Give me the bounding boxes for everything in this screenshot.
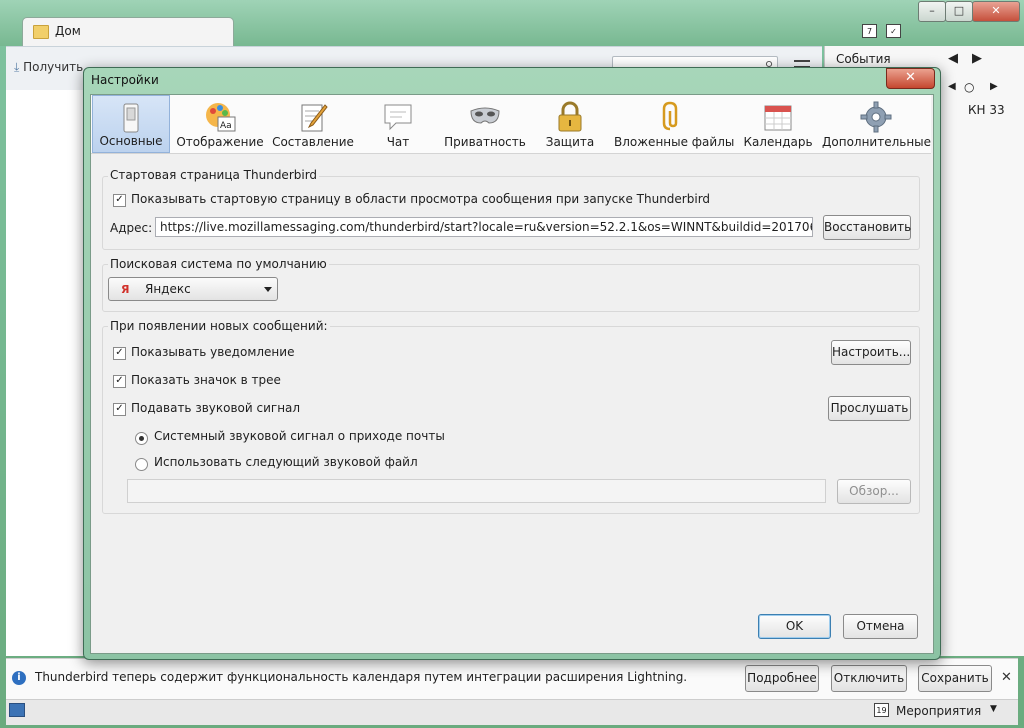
system-sound-label: Системный звуковой сигнал о приходе почт… bbox=[154, 429, 445, 443]
gear-icon bbox=[860, 101, 892, 133]
status-bar bbox=[6, 699, 1018, 725]
new-messages-title: При появлении новых сообщений: bbox=[108, 319, 330, 333]
show-start-page-label: Показывать стартовую страницу в области … bbox=[131, 192, 711, 206]
start-page-title: Стартовая страница Thunderbird bbox=[108, 168, 320, 182]
tab-home-label: Дом bbox=[55, 24, 81, 38]
notification-close-icon[interactable]: ✕ bbox=[1001, 670, 1012, 685]
dialog-close-button[interactable]: ✕ bbox=[886, 68, 935, 89]
play-sound-label: Подавать звуковой сигнал bbox=[131, 401, 301, 415]
tab-chat[interactable]: Чат bbox=[368, 95, 428, 153]
events-dropdown-icon[interactable]: ▼ bbox=[990, 704, 997, 714]
network-status-icon[interactable] bbox=[9, 703, 25, 717]
maximize-button[interactable]: □ bbox=[945, 1, 973, 22]
paperclip-icon bbox=[662, 101, 678, 131]
prev-arrow-icon[interactable]: ◀ bbox=[948, 51, 958, 66]
search-engine-select[interactable]: Я Яндекс bbox=[108, 277, 278, 301]
today-pane-title: События bbox=[836, 52, 891, 66]
info-icon: i bbox=[12, 671, 26, 685]
calendar-icon[interactable]: 7 bbox=[862, 24, 877, 38]
tab-calendar[interactable]: Календарь bbox=[742, 95, 814, 153]
keep-button[interactable]: Сохранить bbox=[918, 665, 992, 692]
disable-button[interactable]: Отключить bbox=[831, 665, 907, 692]
events-calendar-icon: 19 bbox=[874, 703, 889, 717]
tab-attachments[interactable]: Вложенные файлы bbox=[614, 95, 734, 153]
play-sound-checkbox[interactable]: ✓ bbox=[113, 403, 126, 416]
dialog-title: Настройки bbox=[91, 73, 159, 87]
folder-icon bbox=[33, 25, 49, 39]
custom-sound-label: Использовать следующий звуковой файл bbox=[154, 455, 418, 469]
sound-file-field[interactable] bbox=[127, 479, 826, 503]
search-engine-selected: Яндекс bbox=[145, 282, 191, 296]
yandex-icon: Я bbox=[121, 283, 130, 296]
today-icon[interactable]: ○ bbox=[964, 80, 974, 94]
restore-button[interactable]: Восстановить bbox=[823, 215, 911, 240]
tab-home[interactable]: Дом bbox=[22, 17, 234, 46]
tab-advanced[interactable]: Дополнительные bbox=[822, 95, 932, 153]
start-page-group bbox=[102, 176, 920, 250]
notification-text: Thunderbird теперь содержит функциональн… bbox=[35, 670, 688, 684]
folder-pane bbox=[6, 90, 85, 656]
show-start-page-checkbox[interactable]: ✓ bbox=[113, 194, 126, 207]
ok-button[interactable]: OK bbox=[758, 614, 831, 639]
cancel-button[interactable]: Отмена bbox=[843, 614, 918, 639]
minimize-button[interactable]: – bbox=[918, 1, 946, 22]
tab-calendar-label: Календарь bbox=[743, 135, 813, 149]
mask-icon bbox=[470, 107, 500, 124]
custom-sound-radio[interactable] bbox=[135, 458, 148, 471]
window-close-button[interactable]: ✕ bbox=[972, 1, 1020, 22]
chat-bubble-icon bbox=[384, 104, 412, 131]
svg-text:Aa: Aa bbox=[220, 121, 232, 131]
next-arrow-icon[interactable]: ▶ bbox=[972, 51, 982, 66]
more-info-button[interactable]: Подробнее bbox=[745, 665, 819, 692]
tab-composition-label: Составление bbox=[272, 135, 354, 149]
tab-attachments-label: Вложенные файлы bbox=[614, 135, 735, 149]
tab-general-label: Основные bbox=[99, 134, 163, 148]
prev-day-icon[interactable]: ◀ bbox=[948, 81, 956, 92]
get-messages-label: Получить bbox=[23, 60, 84, 74]
tasks-icon[interactable]: ✓ bbox=[886, 24, 901, 38]
tab-privacy[interactable]: Приватность bbox=[440, 95, 530, 153]
tab-composition[interactable]: Составление bbox=[270, 95, 356, 153]
padlock-icon bbox=[558, 101, 582, 132]
tab-security-label: Защита bbox=[545, 135, 595, 149]
tab-advanced-label: Дополнительные bbox=[822, 135, 932, 149]
week-number: КН 33 bbox=[968, 103, 1005, 117]
configure-button[interactable]: Настроить... bbox=[831, 340, 911, 365]
tab-display[interactable]: Aa Отображение bbox=[172, 95, 268, 153]
tab-display-label: Отображение bbox=[176, 135, 264, 149]
listen-button[interactable]: Прослушать bbox=[828, 396, 911, 421]
show-alert-checkbox[interactable]: ✓ bbox=[113, 347, 126, 360]
switch-icon bbox=[123, 103, 139, 133]
tab-privacy-label: Приватность bbox=[444, 135, 526, 149]
tray-icon-checkbox[interactable]: ✓ bbox=[113, 375, 126, 388]
show-alert-label: Показывать уведомление bbox=[131, 345, 295, 359]
calendar-icon bbox=[764, 105, 792, 131]
system-sound-radio[interactable] bbox=[135, 432, 148, 445]
search-engine-title: Поисковая система по умолчанию bbox=[108, 257, 329, 271]
tab-chat-label: Чат bbox=[386, 135, 410, 149]
compose-pencil-icon bbox=[301, 104, 328, 132]
events-label[interactable]: Мероприятия bbox=[896, 704, 981, 718]
download-icon: ⤓ bbox=[14, 60, 20, 74]
address-field[interactable]: https://live.mozillamessaging.com/thunde… bbox=[155, 217, 813, 237]
browse-button[interactable]: Обзор... bbox=[837, 479, 911, 504]
next-day-icon[interactable]: ▶ bbox=[990, 81, 998, 92]
tray-icon-label: Показать значок в трее bbox=[131, 373, 281, 387]
tab-security[interactable]: Защита bbox=[538, 95, 602, 153]
tab-general[interactable]: Основные bbox=[92, 95, 170, 153]
address-label: Адрес: bbox=[110, 221, 153, 235]
get-messages-button[interactable]: ⤓ Получить bbox=[14, 60, 83, 75]
chevron-down-icon bbox=[264, 287, 272, 292]
palette-font-icon: Aa bbox=[206, 103, 236, 132]
